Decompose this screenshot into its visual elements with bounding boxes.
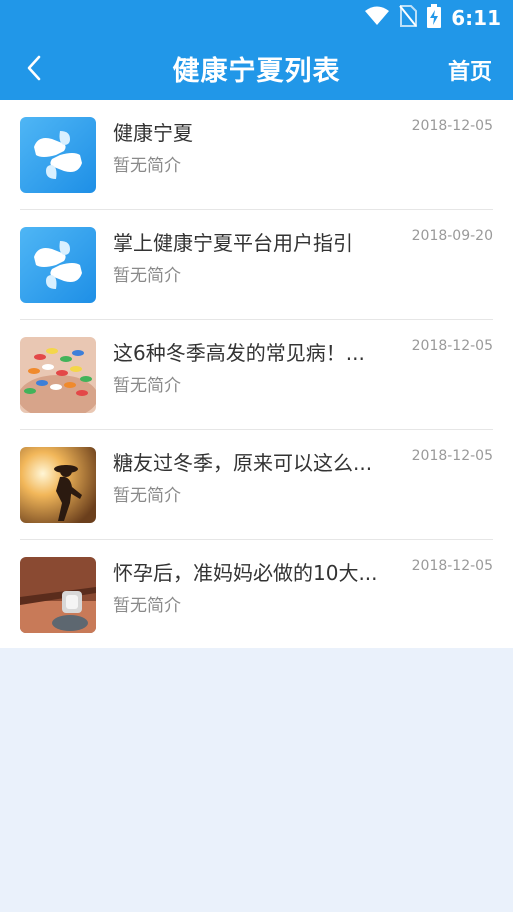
- item-title: 健康宁夏: [113, 121, 193, 145]
- status-time: 6:11: [451, 6, 501, 30]
- article-list: 健康宁夏 暂无简介 2018-12-05 掌上健康宁夏平台用户指引 暂无简介 2…: [0, 100, 513, 650]
- item-date: 2018-12-05: [411, 118, 493, 134]
- list-item[interactable]: 掌上健康宁夏平台用户指引 暂无简介 2018-09-20: [20, 210, 493, 320]
- pills-photo-thumbnail: [20, 337, 96, 413]
- item-date: 2018-12-05: [411, 558, 493, 574]
- health-app-logo-thumbnail: [20, 227, 96, 303]
- item-description: 暂无简介: [113, 596, 181, 616]
- item-date: 2018-12-05: [411, 448, 493, 464]
- header: 健康宁夏列表 首页: [0, 36, 513, 100]
- item-date: 2018-09-20: [411, 228, 493, 244]
- item-title: 掌上健康宁夏平台用户指引: [113, 231, 353, 255]
- list-item[interactable]: 怀孕后，准妈妈必做的10大... 暂无简介 2018-12-05: [20, 540, 493, 650]
- list-item[interactable]: 这6种冬季高发的常见病！... 暂无简介 2018-12-05: [20, 320, 493, 430]
- item-description: 暂无简介: [113, 376, 181, 396]
- item-title: 糖友过冬季，原来可以这么...: [113, 451, 373, 475]
- list-item[interactable]: 糖友过冬季，原来可以这么... 暂无简介 2018-12-05: [20, 430, 493, 540]
- furniture-corner-photo-thumbnail: [20, 557, 96, 633]
- top-bar: 6:11 健康宁夏列表 首页: [0, 0, 513, 100]
- item-description: 暂无简介: [113, 486, 181, 506]
- back-button[interactable]: [18, 52, 50, 84]
- item-description: 暂无简介: [113, 266, 181, 286]
- item-date: 2018-12-05: [411, 338, 493, 354]
- no-sim-icon: [399, 5, 418, 31]
- health-app-logo-thumbnail: [20, 117, 96, 193]
- chevron-left-icon: [27, 55, 41, 81]
- status-icons: 6:11: [365, 4, 501, 32]
- list-item[interactable]: 健康宁夏 暂无简介 2018-12-05: [20, 100, 493, 210]
- wifi-icon: [365, 6, 390, 30]
- status-bar: 6:11: [0, 0, 513, 36]
- empty-background: [0, 648, 513, 912]
- item-description: 暂无简介: [113, 156, 181, 176]
- home-button[interactable]: 首页: [448, 54, 492, 86]
- runner-photo-thumbnail: [20, 447, 96, 523]
- page-title: 健康宁夏列表: [172, 55, 341, 87]
- battery-charging-icon: [427, 4, 442, 32]
- item-title: 这6种冬季高发的常见病！...: [113, 341, 365, 365]
- item-title: 怀孕后，准妈妈必做的10大...: [113, 561, 378, 585]
